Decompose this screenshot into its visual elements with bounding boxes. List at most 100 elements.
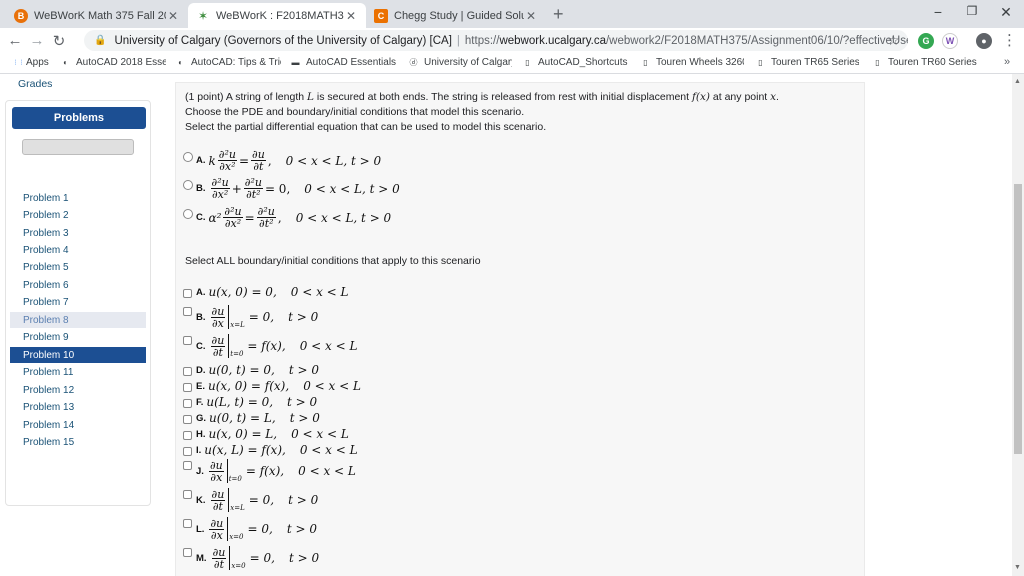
close-icon[interactable]: ✕ <box>344 9 358 23</box>
grades-link[interactable]: Grades <box>18 78 52 90</box>
bookmark-touren-tr65[interactable]: ▯ Touren TR65 Series W <box>755 57 859 68</box>
bc-option[interactable]: B. ∂u ∂x x=L = 0, t > 0 <box>196 305 318 329</box>
scrollbar-thumb[interactable] <box>1014 184 1022 454</box>
bc-option[interactable]: F. u(L, t) = 0, t > 0 <box>196 395 317 409</box>
minimize-icon[interactable]: − <box>928 4 948 20</box>
bookmark-label: Touren Wheels 3260 <box>656 57 744 68</box>
bc-option[interactable]: I. u(x, L) = f(x), 0 < x < L <box>196 443 358 457</box>
bc-option-checkbox[interactable] <box>183 399 192 408</box>
problem-link[interactable]: Problem 11 <box>10 364 146 380</box>
tab-chegg[interactable]: C Chegg Study | Guided Solutions ✕ <box>366 3 546 28</box>
problems-button[interactable] <box>22 139 134 155</box>
pde-question: Select the partial differential equation… <box>185 121 547 133</box>
forward-icon[interactable]: → <box>26 32 48 49</box>
bc-option[interactable]: M. ∂u ∂t x=0 = 0, t > 0 <box>196 546 319 570</box>
bc-option-checkbox[interactable] <box>183 383 192 392</box>
domain-text: 0 < x < L <box>290 285 349 299</box>
bc-option-checkbox[interactable] <box>183 307 192 316</box>
problem-statement: (1 point) A string of length L is secure… <box>185 91 779 103</box>
bc-option[interactable]: C. ∂u ∂t t=0 = f(x), 0 < x < L <box>196 334 357 358</box>
new-tab-icon[interactable]: + <box>553 4 564 25</box>
bookmark-touren-tr60[interactable]: ▯ Touren TR60 Series W <box>872 57 978 68</box>
problem-link[interactable]: Problem 12 <box>10 382 146 398</box>
bc-option[interactable]: E. u(x, 0) = f(x), 0 < x < L <box>196 379 361 393</box>
fraction-denominator: ∂t² <box>259 217 274 230</box>
math-var: L <box>307 91 314 103</box>
scroll-down-icon[interactable]: ▼ <box>1014 564 1021 571</box>
menu-icon[interactable]: ⋮ <box>1002 31 1017 49</box>
page-icon: ▯ <box>758 58 763 67</box>
webwork-icon: B <box>14 8 28 23</box>
problem-link[interactable]: Problem 14 <box>10 417 146 433</box>
bc-option[interactable]: H. u(x, 0) = L, 0 < x < L <box>196 427 349 441</box>
extension-icon[interactable]: G <box>918 33 934 49</box>
bookmark-touren-3260[interactable]: ▯ Touren Wheels 3260 <box>640 57 744 68</box>
bc-option-checkbox[interactable] <box>183 461 192 470</box>
address-separator: | <box>456 34 460 47</box>
problem-link[interactable]: Problem 1 <box>10 190 146 206</box>
tab-webwork-math[interactable]: B WeBWorK Math 375 Fall 2018 - M ✕ <box>6 3 188 28</box>
pde-option[interactable]: A. k ∂²u ∂x² = ∂u ∂t, 0 < x < L, t > 0 <box>196 149 381 172</box>
bookmark-label: Touren TR60 Series W <box>888 57 978 68</box>
fraction-denominator: ∂t <box>253 160 264 173</box>
bookmark-autocad-essentials[interactable]: ◐ AutoCAD 2018 Essen <box>60 57 166 68</box>
close-icon[interactable]: ✕ <box>166 9 180 23</box>
pde-option-radio[interactable] <box>183 152 193 162</box>
bc-option-checkbox[interactable] <box>183 490 192 499</box>
problem-link[interactable]: Problem 15 <box>10 434 146 450</box>
bc-option-checkbox[interactable] <box>183 519 192 528</box>
fraction: ∂u ∂t <box>211 547 227 570</box>
bc-option-checkbox[interactable] <box>183 447 192 456</box>
extension-icon[interactable]: W <box>942 33 958 49</box>
bookmark-ucalgary[interactable]: ⓓ University of Calgary <box>408 57 513 68</box>
evaluation-bar: x=L <box>228 305 245 329</box>
bc-option[interactable]: D. u(0, t) = 0, t > 0 <box>196 363 319 377</box>
evaluation-bar: x=0 <box>229 546 246 570</box>
bc-option-checkbox[interactable] <box>183 415 192 424</box>
restore-icon[interactable]: ❐ <box>962 4 982 18</box>
condition-expression: = 0, <box>248 310 275 324</box>
bookmark-autocad-shortcuts[interactable]: ▯ AutoCAD_Shortcuts. <box>522 57 628 68</box>
bookmarks-overflow-icon[interactable]: » <box>1004 56 1010 68</box>
close-icon[interactable]: ✕ <box>524 9 538 23</box>
problem-link[interactable]: Problem 5 <box>10 259 146 275</box>
problem-link[interactable]: Problem 13 <box>10 399 146 415</box>
option-label: A. <box>196 286 206 298</box>
bookmark-apps[interactable]: ⋮⋮⋮Apps <box>10 57 54 68</box>
url-prefix: https:// <box>464 34 500 47</box>
bc-option-checkbox[interactable] <box>183 336 192 345</box>
profile-avatar[interactable]: ● <box>976 33 992 49</box>
bc-option-checkbox[interactable] <box>183 289 192 298</box>
pde-option[interactable]: C. α² ∂²u ∂x² = ∂²u ∂t², 0 < x < L, t > 0 <box>196 206 391 229</box>
bc-option-checkbox[interactable] <box>183 367 192 376</box>
bookmark-label: Touren TR65 Series W <box>771 57 859 68</box>
reload-icon[interactable]: ↻ <box>48 32 70 50</box>
address-bar[interactable]: 🔒 University of Calgary (Governors of th… <box>84 30 908 51</box>
bc-option[interactable]: L. ∂u ∂x x=0 = 0, t > 0 <box>196 517 317 541</box>
problem-link[interactable]: Problem 8 <box>10 312 146 328</box>
problem-link[interactable]: Problem 9 <box>10 329 146 345</box>
bookmark-autocad-tips[interactable]: ◐ AutoCAD: Tips & Tric <box>175 57 281 68</box>
problem-link[interactable]: Problem 10 <box>10 347 146 363</box>
close-window-icon[interactable]: ✕ <box>996 4 1016 21</box>
problem-link[interactable]: Problem 3 <box>10 225 146 241</box>
pde-option-radio[interactable] <box>183 209 193 219</box>
bc-option[interactable]: K. ∂u ∂t x=L = 0, t > 0 <box>196 488 318 512</box>
problem-link[interactable]: Problem 6 <box>10 277 146 293</box>
bc-option[interactable]: J. ∂u ∂x t=0 = f(x), 0 < x < L <box>196 459 356 483</box>
option-label: K. <box>196 494 206 506</box>
bc-option-checkbox[interactable] <box>183 548 192 557</box>
problem-link[interactable]: Problem 4 <box>10 242 146 258</box>
scroll-up-icon[interactable]: ▲ <box>1014 78 1021 85</box>
bookmark-star-icon[interactable]: ☆ <box>887 32 900 49</box>
pde-option-radio[interactable] <box>183 180 193 190</box>
bc-option[interactable]: A. u(x, 0) = 0, 0 < x < L <box>196 285 349 299</box>
pde-option[interactable]: B. ∂²u ∂x² + ∂²u ∂t² = 0, 0 < x < L, t > 0 <box>196 177 400 200</box>
problem-link[interactable]: Problem 7 <box>10 294 146 310</box>
bc-option[interactable]: G. u(0, t) = L, t > 0 <box>196 411 320 425</box>
tab-webwork-assignment[interactable]: ✶ WeBWorK : F2018MATH375 : Ass ✕ <box>188 3 366 28</box>
back-icon[interactable]: ← <box>4 32 26 49</box>
bc-option-checkbox[interactable] <box>183 431 192 440</box>
bookmark-autocad-video[interactable]: ▬ AutoCAD Essentials T <box>290 57 397 68</box>
problem-link[interactable]: Problem 2 <box>10 207 146 223</box>
